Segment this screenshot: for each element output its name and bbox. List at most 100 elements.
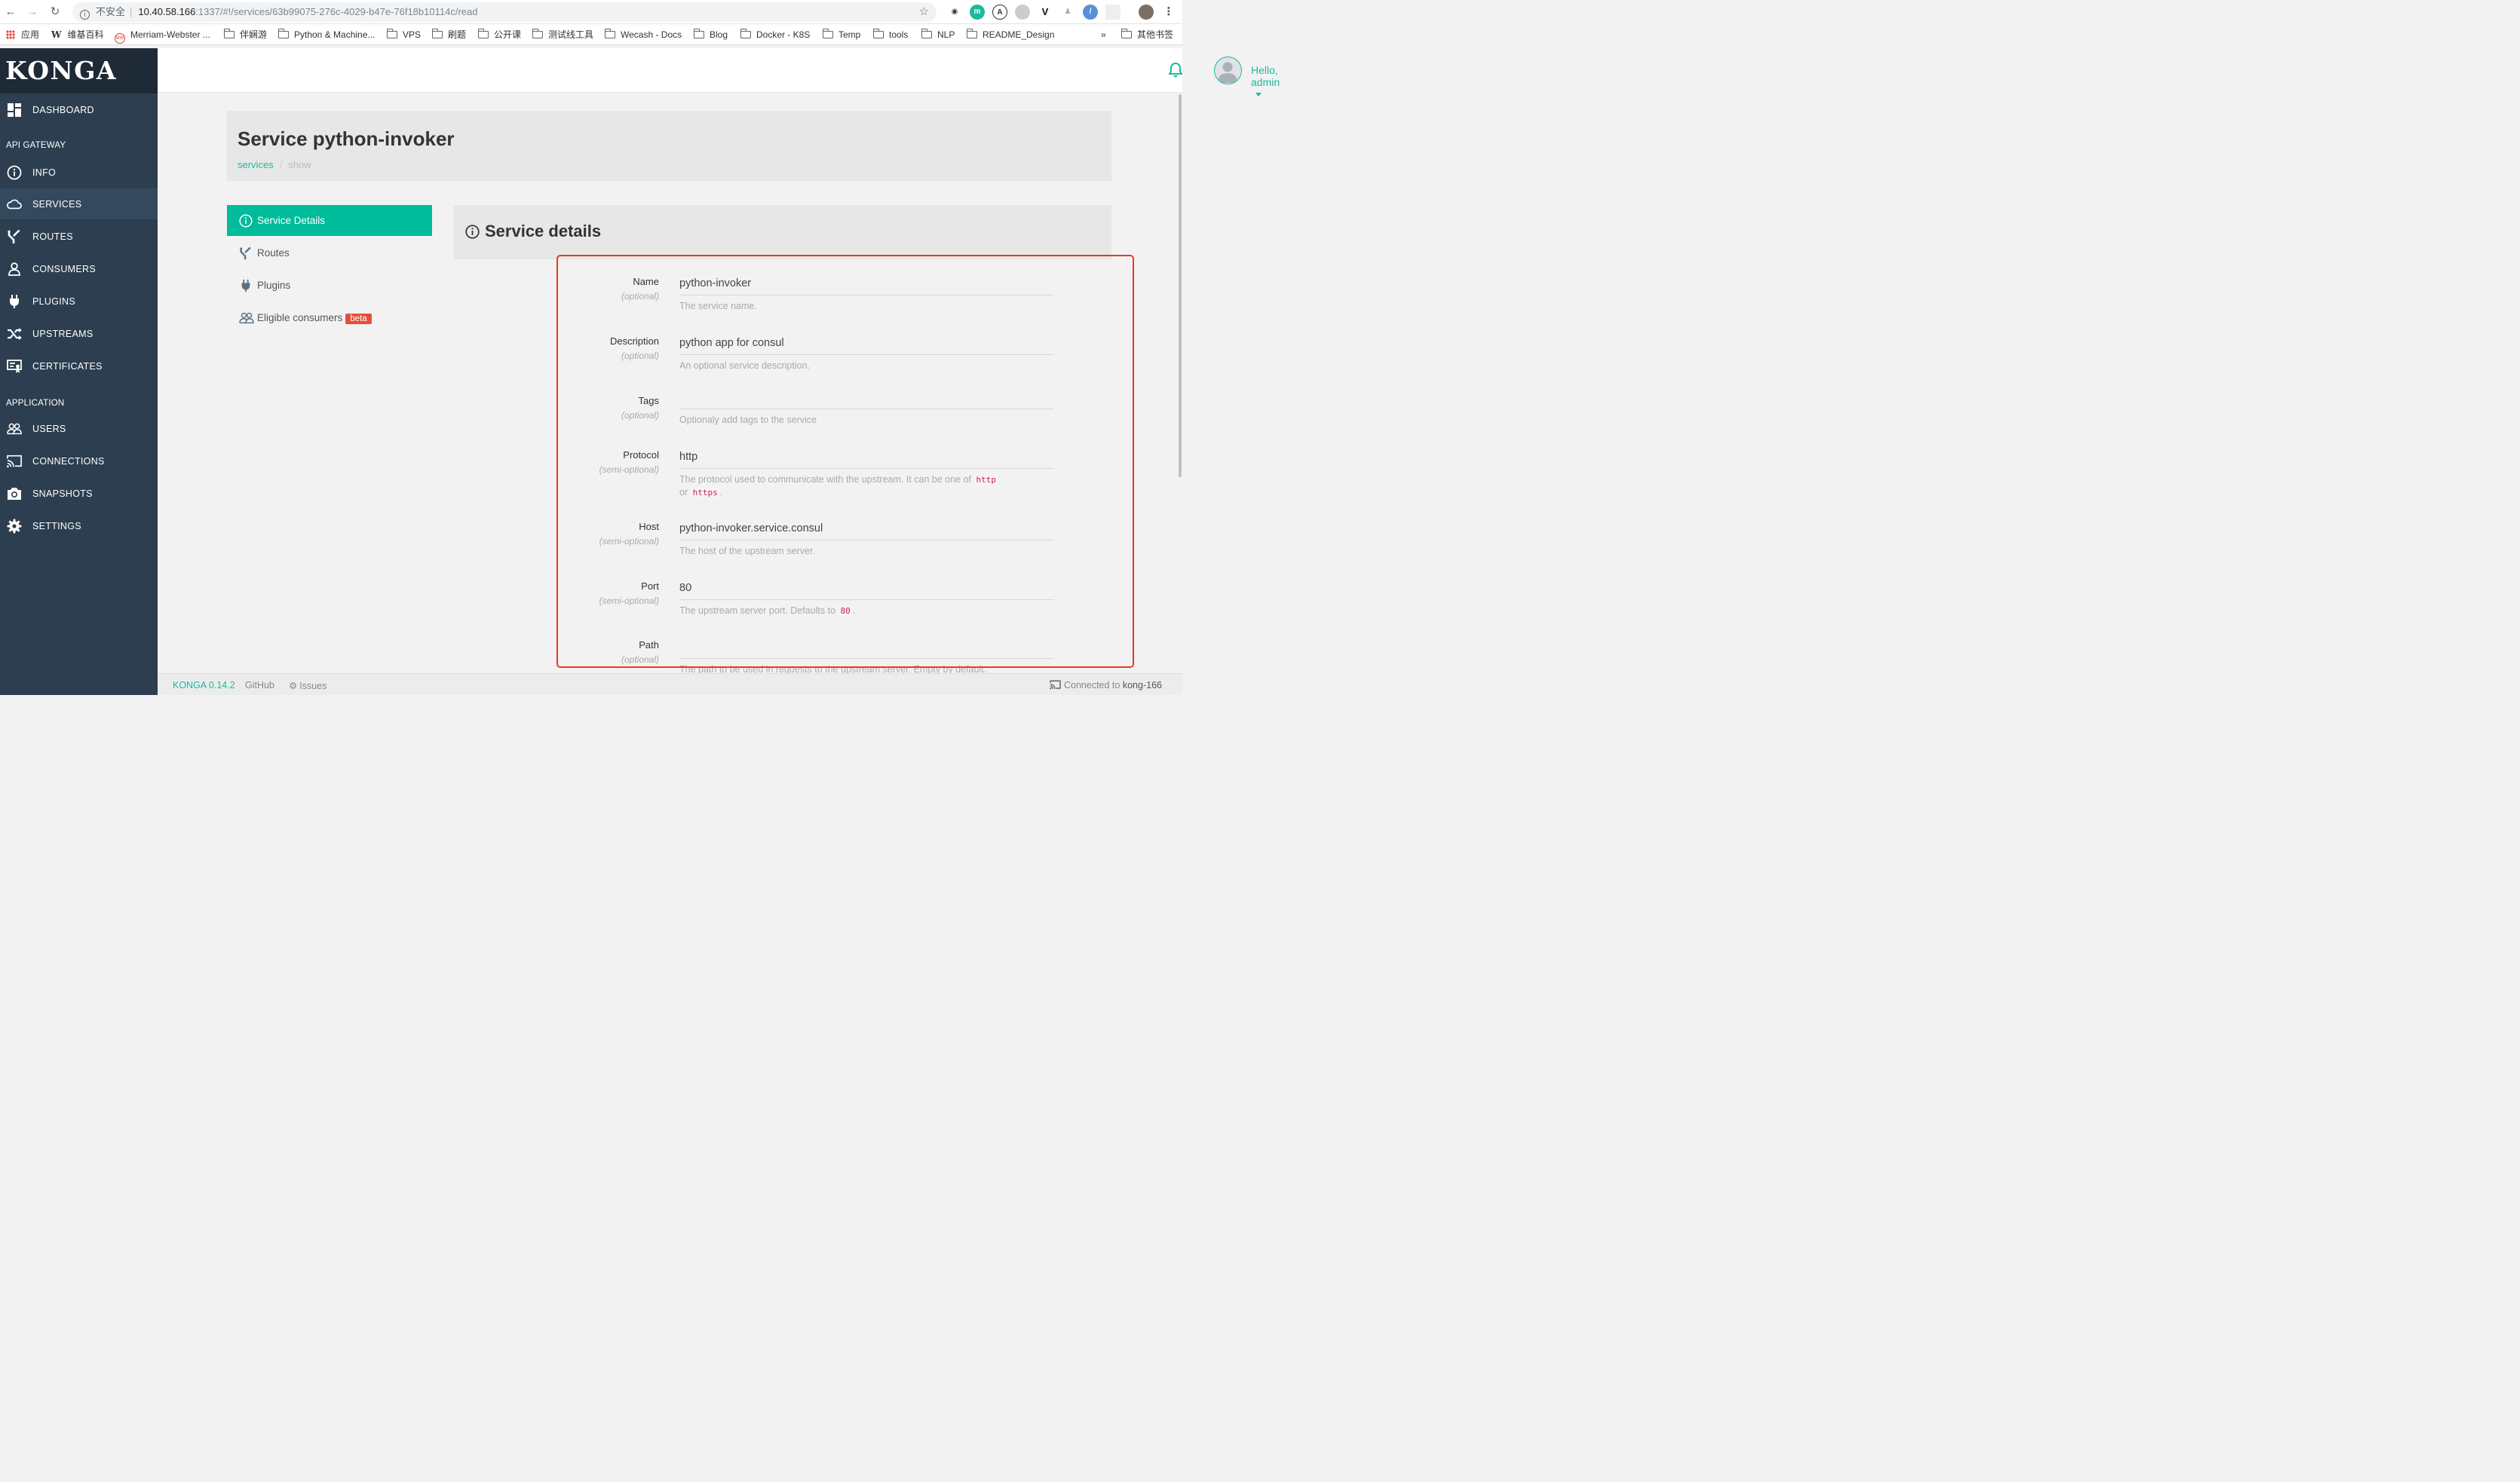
folder-icon <box>532 29 543 38</box>
bookmarks-overflow[interactable]: » <box>1101 29 1106 41</box>
dashboard-icon <box>8 103 21 117</box>
bell-icon[interactable] <box>1169 62 1182 78</box>
connection-status: Connected to kong-166 <box>1050 680 1162 690</box>
caret-down-icon <box>1255 93 1262 96</box>
sidebar-item-dashboard[interactable]: DASHBOARD <box>0 94 158 125</box>
certificate-icon <box>7 360 22 373</box>
bookmark-folder[interactable]: NLP <box>921 29 955 41</box>
circle-extension-icon[interactable] <box>1015 5 1030 20</box>
person-extension-icon[interactable]: ♟ <box>1060 5 1075 20</box>
reload-icon[interactable]: ↻ <box>48 5 62 19</box>
wikipedia-icon: W <box>51 29 62 40</box>
folder-icon <box>605 29 615 38</box>
routes-icon <box>8 230 20 243</box>
merriam-webster-icon: MW <box>115 33 125 44</box>
folder-icon <box>873 29 884 38</box>
other-bookmarks[interactable]: 其他书签 <box>1121 29 1173 41</box>
forward-icon[interactable]: → <box>26 5 39 19</box>
site-info-icon[interactable]: i <box>80 10 90 20</box>
folder-icon <box>278 29 289 38</box>
sidebar-item-plugins[interactable]: PLUGINS <box>0 286 158 317</box>
bookmark-merriam-webster[interactable]: MW Merriam-Webster ... <box>115 29 210 44</box>
scrollbar-thumb[interactable] <box>1179 94 1182 477</box>
tab-eligible-consumers[interactable]: Eligible consumers beta <box>227 302 432 333</box>
bookmark-star-icon[interactable]: ☆ <box>919 2 929 22</box>
gear-icon <box>7 519 22 534</box>
back-icon[interactable]: ← <box>4 5 17 19</box>
cloud-icon <box>7 199 22 210</box>
bookmark-folder[interactable]: 伴娴游 <box>224 29 267 41</box>
bookmark-folder[interactable]: Blog <box>694 29 728 41</box>
user-menu[interactable]: Hello, admin <box>1251 64 1280 100</box>
users-icon <box>239 312 254 324</box>
bookmark-folder[interactable]: 刷题 <box>432 29 466 41</box>
folder-icon <box>224 29 235 38</box>
shuffle-icon <box>8 328 22 340</box>
cast-icon <box>7 455 22 468</box>
breadcrumb-current: show <box>288 159 311 170</box>
tab-service-details[interactable]: Service Details <box>227 205 432 236</box>
users-icon <box>7 423 22 435</box>
footer-version: KONGA 0.14.2 <box>173 680 235 690</box>
bookmark-folder[interactable]: Wecash - Docs <box>605 29 682 41</box>
m-extension-icon[interactable]: m <box>970 5 985 20</box>
profile-avatar-icon[interactable] <box>1139 5 1154 20</box>
v-extension-icon[interactable]: V <box>1038 5 1053 20</box>
sidebar-item-consumers[interactable]: CONSUMERS <box>0 253 158 284</box>
url-host: 10.40.58.166 <box>138 6 196 17</box>
avatar[interactable] <box>1214 57 1242 84</box>
apps-grid-icon <box>6 30 15 39</box>
routes-icon <box>239 246 251 260</box>
sidebar-item-users[interactable]: USERS <box>0 413 158 444</box>
bookmark-folder[interactable]: Docker - K8S <box>740 29 810 41</box>
a-extension-icon[interactable]: A <box>992 5 1007 20</box>
breadcrumb-services-link[interactable]: services <box>238 159 274 170</box>
bookmark-folder[interactable]: VPS <box>387 29 421 41</box>
bookmark-apps[interactable]: 应用 <box>6 29 39 41</box>
pen-extension-icon[interactable]: / <box>1083 5 1098 20</box>
folder-icon <box>478 29 489 38</box>
bookmark-folder[interactable]: Python & Machine... <box>278 29 375 41</box>
insecure-label: 不安全 <box>96 6 126 17</box>
konga-logo: KONGA <box>5 56 117 85</box>
bookmark-folder[interactable]: 测试线工具 <box>532 29 593 41</box>
sidebar-item-certificates[interactable]: CERTIFICATES <box>0 351 158 381</box>
sidebar-item-info[interactable]: INFO <box>0 157 158 188</box>
tab-routes[interactable]: Routes <box>227 237 432 268</box>
breadcrumb: services / show <box>238 159 311 170</box>
address-bar[interactable]: i 不安全 | 10.40.58.166:1337/#!/services/63b99… <box>72 2 937 22</box>
bug-icon: ⚙ <box>289 681 298 691</box>
bookmark-folder[interactable]: Temp <box>823 29 860 41</box>
footer-github-link[interactable]: GitHub <box>245 680 274 690</box>
sidebar-item-settings[interactable]: SETTINGS <box>0 510 158 541</box>
menu-kebab-icon[interactable]: ⋮ <box>1161 5 1176 20</box>
default-avatar-icon <box>1218 62 1237 83</box>
camera-icon <box>8 488 21 500</box>
footer-issues-link[interactable]: ⚙ Issues <box>289 680 326 691</box>
footer: KONGA 0.14.2 GitHub ⚙ Issues Connected to… <box>158 673 1182 695</box>
sidebar-item-upstreams[interactable]: UPSTREAMS <box>0 318 158 349</box>
folder-icon <box>823 29 833 38</box>
bookmark-folder[interactable]: README_Design <box>967 29 1054 41</box>
bookmark-folder[interactable]: 公开课 <box>478 29 521 41</box>
tab-plugins[interactable]: Plugins <box>227 270 432 301</box>
info-icon <box>7 165 22 180</box>
bookmark-folder[interactable]: tools <box>873 29 908 41</box>
incognito-extension-icon[interactable]: ◉ <box>947 5 962 20</box>
blank-extension-icon[interactable] <box>1105 5 1121 20</box>
folder-icon <box>967 29 977 38</box>
sidebar-item-connections[interactable]: CONNECTIONS <box>0 446 158 476</box>
sidebar-item-snapshots[interactable]: SNAPSHOTS <box>0 478 158 509</box>
sidebar-item-services[interactable]: SERVICES <box>0 188 158 219</box>
service-details-title: Service details <box>485 222 602 240</box>
connection-name[interactable]: kong-166 <box>1123 680 1162 690</box>
service-details-header: Service details <box>453 205 1111 259</box>
sidebar-item-routes[interactable]: ROUTES <box>0 221 158 252</box>
cast-icon <box>1050 680 1061 690</box>
folder-icon <box>921 29 932 38</box>
bookmark-wikipedia[interactable]: W 维基百科 <box>51 29 104 41</box>
logo-area[interactable]: KONGA <box>0 48 158 93</box>
page-scrollbar[interactable] <box>1179 93 1182 673</box>
info-icon <box>239 214 253 228</box>
page-title: Service python-invoker <box>238 127 455 150</box>
